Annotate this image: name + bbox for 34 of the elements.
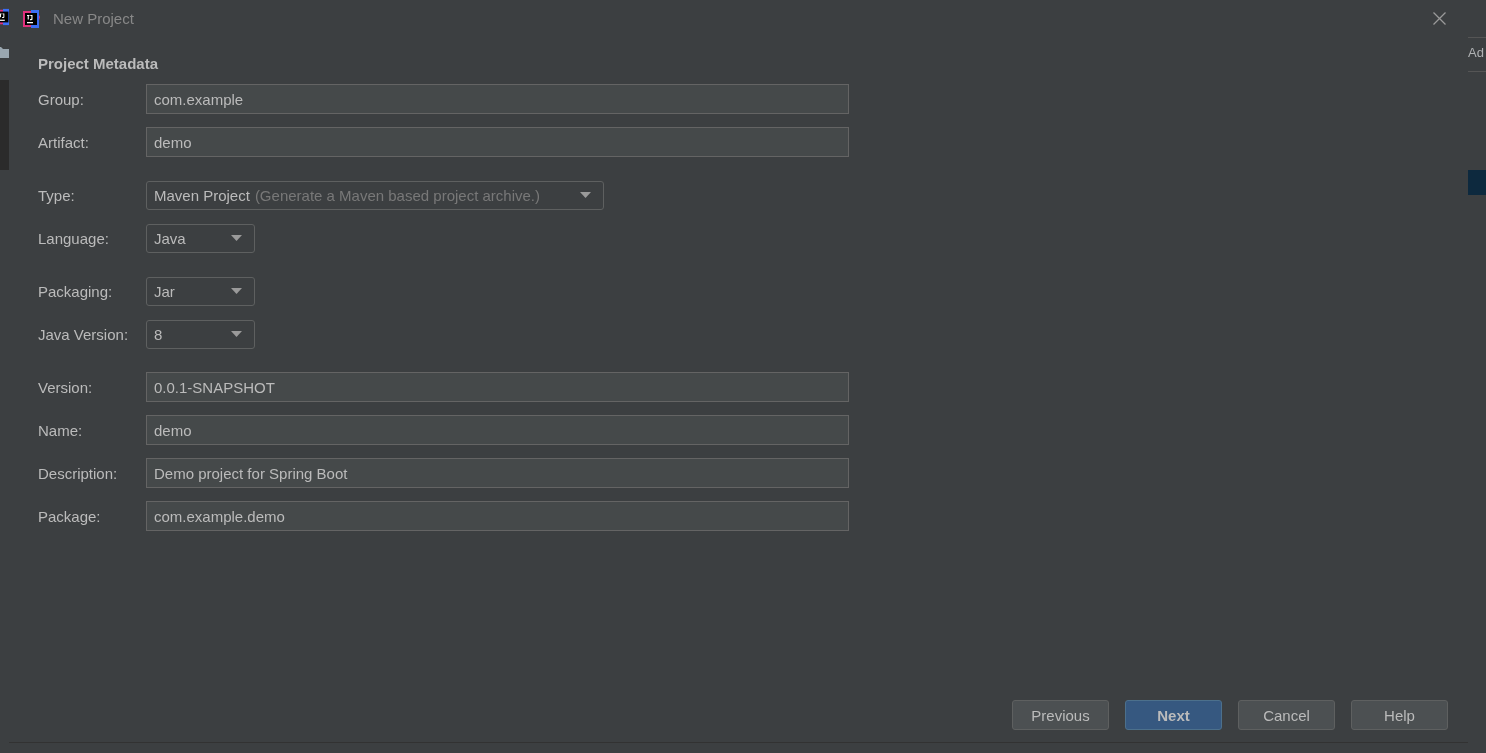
field-label: Group:	[38, 90, 85, 108]
dropdown[interactable]: Java	[146, 223, 255, 253]
dialog-button[interactable]: Cancel	[1238, 700, 1335, 730]
dialog-button[interactable]: Help	[1351, 700, 1448, 730]
caret-icon	[231, 288, 242, 294]
field-label: Type:	[38, 186, 76, 204]
input-field[interactable]: demo	[146, 415, 849, 445]
section-heading: Project Metadata	[38, 55, 160, 72]
field-label: Packaging:	[38, 282, 114, 300]
caret-icon	[580, 192, 592, 198]
input-field[interactable]: Demo project for Spring Boot	[146, 458, 849, 488]
caret-icon	[231, 235, 242, 241]
dropdown[interactable]: Jar	[146, 276, 255, 306]
field-label: Version:	[38, 378, 94, 396]
selected-row[interactable]	[1468, 170, 1486, 195]
field-label: Artifact:	[38, 133, 90, 151]
dropdown[interactable]: 8	[146, 319, 255, 349]
input-field[interactable]: com.example.demo	[146, 501, 849, 531]
field-label: Package:	[38, 507, 102, 525]
close-icon[interactable]	[1433, 12, 1446, 25]
dialog-button[interactable]: Previous	[1012, 700, 1109, 730]
field-label: Description:	[38, 464, 119, 482]
input-field[interactable]: com.example	[146, 84, 849, 114]
dialog-button[interactable]: Next	[1125, 700, 1222, 730]
app-logo-icon	[21, 8, 41, 29]
field-label: Java Version:	[38, 325, 130, 343]
field-label: Language:	[38, 229, 110, 247]
input-field[interactable]: demo	[146, 127, 849, 157]
input-field[interactable]: 0.0.1-SNAPSHOT	[146, 372, 849, 402]
caret-icon	[231, 331, 242, 337]
toolbar-text: Ad	[1468, 45, 1484, 60]
field-label: Name:	[38, 421, 84, 439]
window-title: New Project	[53, 10, 134, 27]
dropdown[interactable]: Maven Project (Generate a Maven based project archive.)	[146, 180, 605, 210]
